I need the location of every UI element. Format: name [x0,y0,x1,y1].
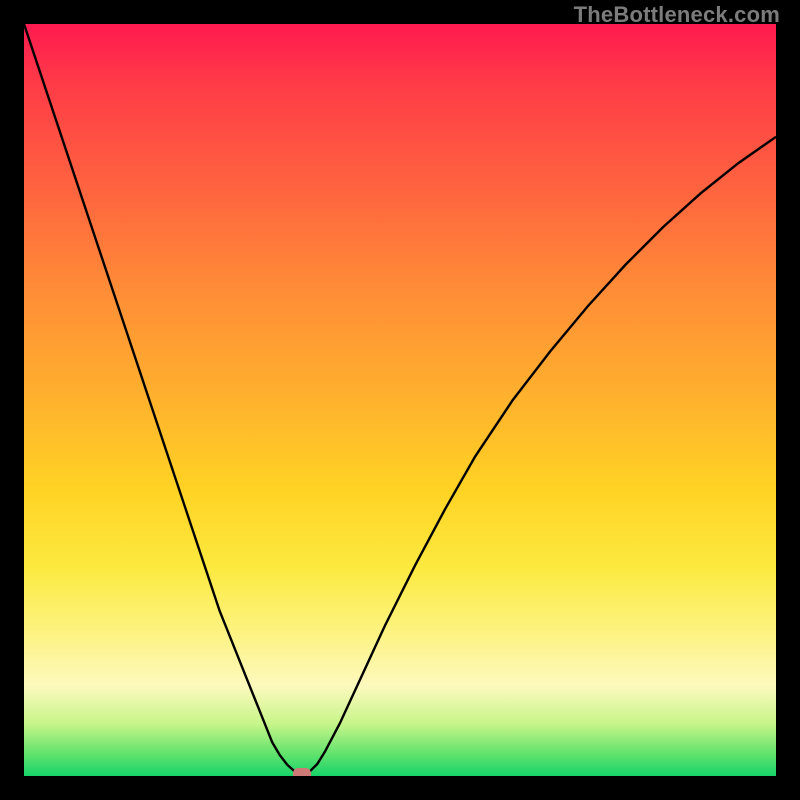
bottleneck-curve [24,24,776,775]
chart-frame: TheBottleneck.com [0,0,800,800]
minimum-marker [293,768,311,776]
curve-layer [24,24,776,776]
plot-area [24,24,776,776]
watermark-text: TheBottleneck.com [574,2,780,28]
